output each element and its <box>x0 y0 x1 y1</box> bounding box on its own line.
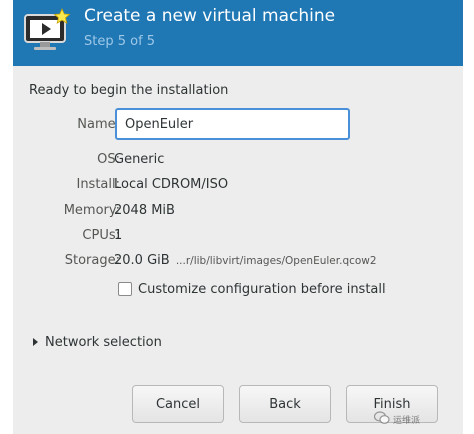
dialog-header: Create a new virtual machine Step 5 of 5 <box>13 0 463 66</box>
customize-checkbox-row[interactable]: Customize configuration before install <box>118 279 386 299</box>
vm-name-input[interactable] <box>115 108 350 140</box>
storage-value: 20.0 GiB ...r/lib/libvirt/images/OpenEul… <box>114 253 377 268</box>
memory-value: 2048 MiB <box>114 203 175 218</box>
ready-heading: Ready to begin the installation <box>29 83 229 98</box>
back-button[interactable]: Back <box>239 385 331 423</box>
new-vm-dialog: Create a new virtual machine Step 5 of 5… <box>13 0 463 434</box>
watermark: 运维派 <box>373 410 421 429</box>
storage-path: ...r/lib/libvirt/images/OpenEuler.qcow2 <box>175 255 377 267</box>
os-value: Generic <box>114 152 165 167</box>
wechat-icon <box>373 410 390 429</box>
name-label: Name: <box>77 117 120 132</box>
cancel-button[interactable]: Cancel <box>132 385 224 423</box>
memory-label: Memory: <box>63 203 120 218</box>
install-label: Install: <box>76 177 120 192</box>
network-selection-label[interactable]: Network selection <box>45 335 162 350</box>
customize-checkbox[interactable] <box>118 282 132 296</box>
customize-label[interactable]: Customize configuration before install <box>138 282 386 297</box>
storage-label: Storage: <box>64 253 120 268</box>
cpus-value: 1 <box>114 228 123 243</box>
triangle-right-icon <box>33 338 38 346</box>
install-value: Local CDROM/ISO <box>114 177 229 192</box>
step-indicator: Step 5 of 5 <box>84 34 156 49</box>
dialog-title: Create a new virtual machine <box>84 6 336 26</box>
cpus-label: CPUs: <box>82 228 120 243</box>
os-label: OS: <box>97 152 120 167</box>
network-selection-expander[interactable]: Network selection <box>33 333 162 351</box>
monitor-with-star-icon <box>22 8 71 60</box>
storage-size: 20.0 GiB <box>114 253 170 268</box>
watermark-text: 运维派 <box>393 416 421 426</box>
